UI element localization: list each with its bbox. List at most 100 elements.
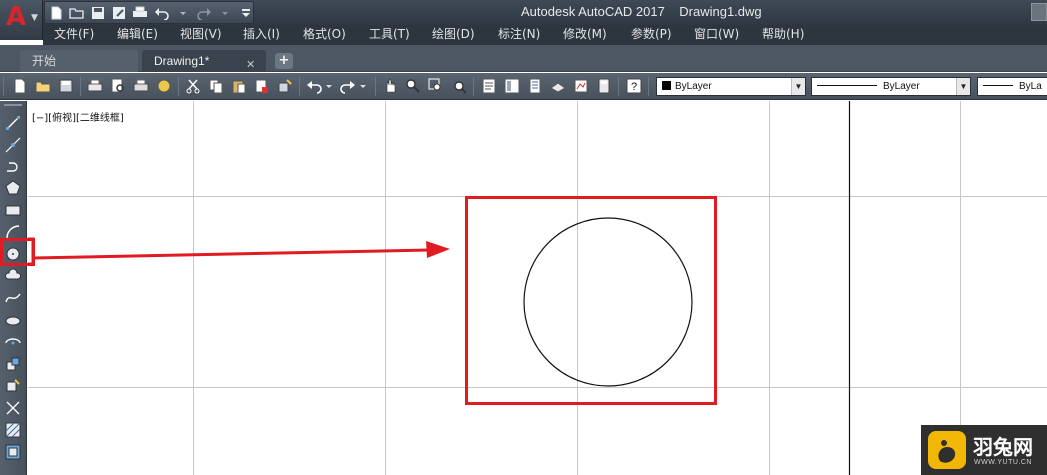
file-tab-bar: 开始 Drawing1* ✕ + [0,45,1047,72]
tool-palettes-icon[interactable] [527,78,543,94]
polyline-icon[interactable] [4,158,22,176]
undo-icon[interactable] [306,78,322,94]
color-swatch [662,81,671,90]
menu-insert[interactable]: 插入(I) [243,25,280,45]
cut-icon[interactable] [185,78,201,94]
ellipse-icon[interactable] [4,311,22,329]
chevron-down-icon: ▼ [956,78,970,95]
standard-toolbar: ? ByLayer ▼ ByLayer ▼ ByLa [0,73,1047,100]
tab-start-label: 开始 [32,54,57,68]
save-as-icon[interactable] [112,6,126,20]
menu-tools[interactable]: 工具(T) [369,25,410,45]
pan-icon[interactable] [383,78,399,94]
window-control[interactable] [1031,3,1047,21]
redo-dropdown-icon[interactable] [359,78,367,94]
plot-icon[interactable] [132,6,148,20]
quickcalc-icon[interactable] [596,78,612,94]
point-icon[interactable] [4,399,22,417]
markup-set-manager-icon[interactable] [573,78,589,94]
menu-draw[interactable]: 绘图(D) [432,25,475,45]
block-editor-icon[interactable] [277,78,293,94]
zoom-previous-icon[interactable] [451,78,467,94]
highlight-box-circle [465,196,717,405]
zoom-realtime-icon[interactable] [405,78,421,94]
menu-bar: 文件(F) 编辑(E) 视图(V) 插入(I) 格式(O) 工具(T) 绘图(D… [43,25,1047,45]
toolbar-separator [375,77,376,96]
toolbar-grip[interactable] [4,104,22,106]
save-icon[interactable] [91,6,105,20]
watermark-url: WWW.YUTU.CN [974,459,1032,466]
menu-format[interactable]: 格式(O) [303,25,346,45]
open-icon[interactable] [35,78,51,94]
chevron-down-icon: ▼ [791,78,805,95]
tab-start[interactable]: 开始 [20,50,138,72]
3dwf-icon[interactable] [156,78,172,94]
new-file-icon[interactable] [49,6,63,20]
lineweight-control-dropdown[interactable]: ByLa [977,77,1047,96]
revision-cloud-icon[interactable] [4,267,22,285]
hatch-icon[interactable] [4,421,22,439]
insert-block-icon[interactable] [4,355,22,373]
sheet-set-manager-icon[interactable] [550,78,566,94]
linetype-sample [817,85,877,86]
menu-view[interactable]: 视图(V) [180,25,222,45]
help-icon[interactable]: ? [626,78,642,94]
design-center-icon[interactable] [504,78,520,94]
menu-file[interactable]: 文件(F) [54,25,94,45]
drawn-circle[interactable] [523,217,693,387]
make-block-icon[interactable] [4,377,22,395]
draw-toolbar [0,101,27,475]
toolbar-separator [473,77,474,96]
polygon-icon[interactable] [4,179,22,197]
redo-icon[interactable] [340,78,356,94]
open-file-icon[interactable] [69,6,85,20]
menu-modify[interactable]: 修改(M) [563,25,607,45]
linetype-control-dropdown[interactable]: ByLayer ▼ [811,77,971,96]
zoom-window-icon[interactable] [428,78,444,94]
linetype-value: ByLayer [883,81,920,92]
copy-icon[interactable] [208,78,224,94]
toolbar-separator [299,77,300,96]
match-properties-icon[interactable] [254,78,270,94]
undo-dropdown-icon[interactable] [325,78,333,94]
publish-icon[interactable] [133,78,149,94]
drawing-canvas[interactable]: [−][俯视][二维线框] [28,101,1047,475]
properties-icon[interactable] [481,78,497,94]
spline-icon[interactable] [4,289,22,307]
new-tab-button[interactable]: + [275,53,293,69]
annotation-arrow-head [426,241,450,258]
plot-preview-icon[interactable] [110,78,126,94]
drawing-area[interactable] [28,101,1047,475]
quick-access-toolbar [44,1,254,24]
save-icon[interactable] [58,78,74,94]
menu-window[interactable]: 窗口(W) [694,25,739,45]
color-value: ByLayer [675,81,712,92]
title-bar: Autodesk AutoCAD 2017 Drawing1.dwg [0,0,1047,25]
color-control-dropdown[interactable]: ByLayer ▼ [656,77,806,96]
line-icon[interactable] [4,114,22,132]
application-menu-button[interactable]: A ▼ [0,0,43,40]
rectangle-icon[interactable] [4,201,22,219]
menu-parametric[interactable]: 参数(P) [631,25,672,45]
viewport-controls-label[interactable]: [−][俯视][二维线框] [32,109,124,124]
new-icon[interactable] [12,78,28,94]
menu-dimension[interactable]: 标注(N) [498,25,540,45]
region-icon[interactable] [4,443,22,461]
redo-dropdown-icon[interactable] [218,6,232,20]
menu-help[interactable]: 帮助(H) [762,25,804,45]
ellipse-arc-icon[interactable] [4,333,22,351]
construction-line-icon[interactable] [4,136,22,154]
undo-icon[interactable] [154,6,170,20]
customize-qat-icon[interactable] [239,6,253,20]
undo-dropdown-icon[interactable] [176,6,190,20]
paste-icon[interactable] [231,78,247,94]
redo-icon[interactable] [196,6,212,20]
menu-edit[interactable]: 编辑(E) [117,25,158,45]
close-icon[interactable]: ✕ [246,58,255,71]
tab-drawing1-label: Drawing1* [154,54,210,68]
watermark: 羽兔网 WWW.YUTU.CN [921,425,1047,475]
chevron-down-icon: ▼ [31,13,38,23]
toolbar-grip[interactable] [3,77,4,96]
autocad-logo: A [6,2,27,32]
plot-icon[interactable] [87,78,103,94]
